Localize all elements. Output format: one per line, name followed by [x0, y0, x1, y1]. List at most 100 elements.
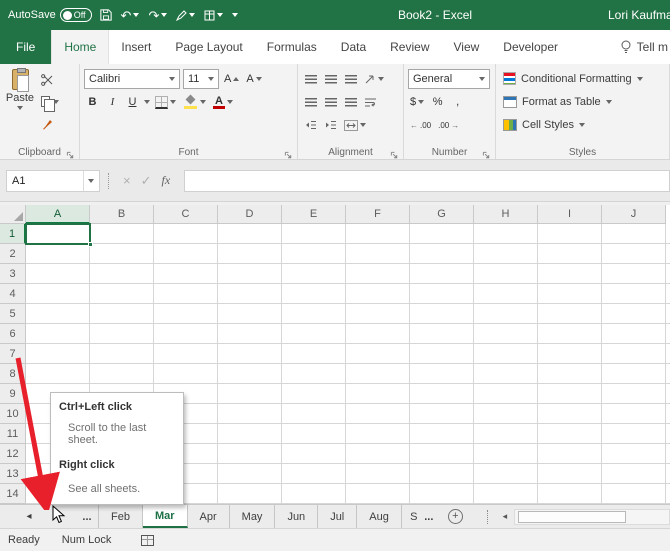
sheet-tab-jun[interactable]: Jun	[275, 505, 319, 528]
row-header-3[interactable]: 3	[0, 264, 26, 284]
save-button[interactable]	[99, 5, 113, 25]
column-header-c[interactable]: C	[154, 205, 218, 224]
increase-decimal-button[interactable]: ← .00	[408, 115, 433, 135]
table-dropdown-icon[interactable]	[217, 13, 224, 17]
font-size-combo[interactable]: 11	[183, 69, 219, 89]
align-bottom-button[interactable]	[342, 69, 359, 89]
tab-review[interactable]: Review	[378, 30, 441, 64]
column-header-j[interactable]: J	[602, 205, 666, 224]
orientation-button[interactable]	[362, 69, 386, 89]
align-center-button[interactable]	[322, 92, 339, 112]
format-painter-button[interactable]	[38, 114, 62, 133]
decrease-decimal-button[interactable]: .00 →	[436, 115, 461, 135]
name-box-dropdown-icon[interactable]	[88, 178, 94, 183]
row-header-4[interactable]: 4	[0, 284, 26, 304]
decrease-indent-button[interactable]	[302, 115, 319, 135]
cell-styles-button[interactable]: Cell Styles	[498, 114, 667, 135]
undo-button[interactable]: ↶	[120, 5, 141, 25]
sheet-tab-aug[interactable]: Aug	[357, 505, 402, 528]
font-dialog-launcher[interactable]	[284, 147, 294, 159]
format-as-table-dropdown-icon[interactable]	[605, 99, 612, 104]
number-dialog-launcher[interactable]	[482, 147, 492, 159]
percent-button[interactable]: %	[429, 92, 446, 112]
undo-dropdown-icon[interactable]	[133, 13, 140, 17]
row-header-7[interactable]: 7	[0, 344, 26, 364]
new-sheet-button[interactable]: +	[447, 505, 463, 528]
tab-page-layout[interactable]: Page Layout	[163, 30, 254, 64]
conditional-formatting-button[interactable]: Conditional Formatting	[498, 68, 667, 89]
formula-bar-splitter[interactable]	[108, 172, 109, 189]
row-header-1[interactable]: 1	[0, 224, 26, 244]
pen-mode-button[interactable]	[175, 5, 196, 25]
orientation-dropdown-icon[interactable]	[378, 77, 384, 81]
font-name-dropdown-icon[interactable]	[169, 77, 175, 81]
tab-developer[interactable]: Developer	[491, 30, 570, 64]
row-header-2[interactable]: 2	[0, 244, 26, 264]
row-header-13[interactable]: 13	[0, 464, 26, 484]
alignment-dialog-launcher[interactable]	[390, 147, 400, 159]
font-name-combo[interactable]: Calibri	[84, 69, 180, 89]
name-box[interactable]: A1	[6, 169, 100, 192]
align-middle-button[interactable]	[322, 69, 339, 89]
sheet-tab-apr[interactable]: Apr	[188, 505, 230, 528]
formula-input[interactable]	[184, 169, 670, 192]
conditional-formatting-dropdown-icon[interactable]	[636, 76, 643, 81]
column-header-d[interactable]: D	[218, 205, 282, 224]
sheet-tab-may[interactable]: May	[230, 505, 276, 528]
redo-dropdown-icon[interactable]	[161, 13, 168, 17]
align-top-button[interactable]	[302, 69, 319, 89]
comma-style-button[interactable]: ,	[449, 92, 466, 112]
table-tool-button[interactable]	[203, 5, 224, 25]
number-format-combo[interactable]: General	[408, 69, 490, 89]
bold-button[interactable]: B	[84, 92, 101, 112]
format-as-table-button[interactable]: Format as Table	[498, 91, 667, 112]
tab-scrollbar-splitter[interactable]	[486, 509, 488, 524]
font-color-dropdown-icon[interactable]	[227, 100, 233, 104]
tab-data[interactable]: Data	[329, 30, 378, 64]
macro-record-icon[interactable]	[141, 534, 155, 546]
italic-button[interactable]: I	[104, 92, 121, 112]
row-header-10[interactable]: 10	[0, 404, 26, 424]
currency-button[interactable]: $	[408, 92, 426, 112]
borders-button[interactable]	[153, 92, 178, 112]
align-left-button[interactable]	[302, 92, 319, 112]
tab-file[interactable]: File	[0, 30, 52, 64]
column-header-a[interactable]: A	[26, 205, 90, 224]
paste-dropdown-icon[interactable]	[17, 106, 23, 110]
align-right-button[interactable]	[342, 92, 359, 112]
borders-dropdown-icon[interactable]	[170, 100, 176, 104]
row-header-6[interactable]: 6	[0, 324, 26, 344]
sheet-tab-mar[interactable]: Mar	[142, 505, 188, 528]
sheet-tab-jul[interactable]: Jul	[318, 505, 358, 528]
underline-button[interactable]: U	[124, 92, 141, 112]
scrollbar-thumb[interactable]	[517, 510, 626, 523]
fill-handle[interactable]	[88, 242, 93, 247]
row-header-5[interactable]: 5	[0, 304, 26, 324]
font-color-button[interactable]: A	[211, 92, 235, 112]
sheet-tab-feb[interactable]: Feb	[98, 505, 143, 528]
column-header-h[interactable]: H	[474, 205, 538, 224]
row-header-14[interactable]: 14	[0, 484, 26, 504]
increase-indent-button[interactable]	[322, 115, 339, 135]
tell-me-button[interactable]: Tell m	[620, 30, 670, 64]
row-header-9[interactable]: 9	[0, 384, 26, 404]
tab-formulas[interactable]: Formulas	[255, 30, 329, 64]
column-header-i[interactable]: I	[538, 205, 602, 224]
enter-icon[interactable]: ✓	[141, 173, 152, 189]
scroll-sheets-left-button[interactable]: ◂	[16, 505, 42, 528]
tab-view[interactable]: View	[442, 30, 492, 64]
redo-button[interactable]: ↷	[147, 5, 168, 25]
scrollbar-left-icon[interactable]: ◂	[496, 509, 514, 525]
customize-qat-button[interactable]	[231, 5, 239, 25]
paste-button[interactable]: Paste	[2, 66, 38, 143]
user-name[interactable]: Lori Kaufman	[608, 0, 670, 30]
hidden-sheets-right-button[interactable]: ...	[418, 505, 440, 528]
merge-center-button[interactable]	[342, 115, 368, 135]
row-header-12[interactable]: 12	[0, 444, 26, 464]
merge-center-dropdown-icon[interactable]	[360, 123, 366, 127]
column-header-b[interactable]: B	[90, 205, 154, 224]
column-header-g[interactable]: G	[410, 205, 474, 224]
fill-color-dropdown-icon[interactable]	[200, 100, 206, 104]
font-size-dropdown-icon[interactable]	[208, 77, 214, 81]
autosave-toggle[interactable]: AutoSave Off	[8, 8, 92, 22]
